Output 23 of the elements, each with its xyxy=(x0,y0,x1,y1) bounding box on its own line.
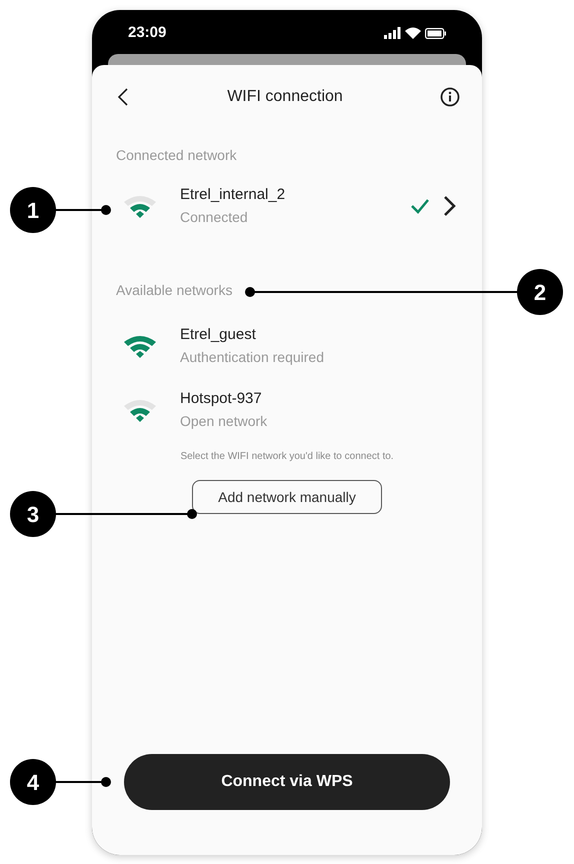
window-title: WIFI connection xyxy=(227,87,343,107)
status-time: 23:09 xyxy=(128,22,166,43)
network-name: Etrel_internal_2 xyxy=(180,185,286,205)
info-icon[interactable] xyxy=(440,87,460,107)
wifi-status-icon xyxy=(405,27,421,39)
hint-text: Select the WIFI network you'd like to connect to. xyxy=(180,450,394,464)
battery-icon xyxy=(425,28,446,38)
network-status: Authentication required xyxy=(180,348,325,367)
network-status: Open network xyxy=(180,412,268,431)
callout-badge: 2 xyxy=(517,269,563,315)
network-name: Hotspot-937 xyxy=(180,389,263,409)
network-status: Connected xyxy=(180,208,249,227)
connect-wps-button[interactable]: Connect via WPS xyxy=(124,754,450,810)
chevron-right-icon[interactable] xyxy=(442,195,456,217)
back-icon[interactable] xyxy=(116,87,130,107)
callout-badge: 1 xyxy=(10,187,56,233)
callout-badge: 3 xyxy=(10,491,56,537)
section-heading: Connected network xyxy=(116,146,237,165)
cellular-signal-icon xyxy=(384,27,401,39)
section-heading: Available networks xyxy=(116,281,232,300)
callout-badge: 4 xyxy=(10,759,56,805)
network-name: Etrel_guest xyxy=(180,325,257,345)
add-network-button[interactable]: Add network manually xyxy=(192,480,382,514)
